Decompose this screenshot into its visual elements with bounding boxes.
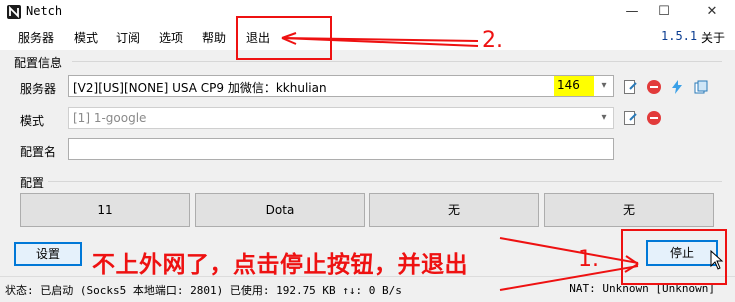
group-divider xyxy=(48,181,722,182)
menu-subscription[interactable]: 订阅 xyxy=(116,29,140,46)
mode-select[interactable]: [1] 1-google ▾ xyxy=(68,107,614,129)
menu-servers[interactable]: 服务器 xyxy=(18,29,54,46)
annotation-step-1: 1. xyxy=(578,247,599,272)
server-select[interactable]: [V2][US][NONE] USA CP9 加微信：kkhulian ▾ xyxy=(68,75,614,97)
app-icon xyxy=(6,4,22,20)
edit-mode-icon[interactable] xyxy=(622,110,638,126)
chevron-down-icon: ▾ xyxy=(601,112,607,123)
profile-name-input[interactable] xyxy=(68,138,614,160)
chevron-down-icon: ▾ xyxy=(601,80,607,91)
menu-about[interactable]: 关于 xyxy=(701,29,725,46)
menu-options[interactable]: 选项 xyxy=(159,29,183,46)
window-title: Netch xyxy=(26,4,63,18)
delete-server-icon[interactable] xyxy=(646,79,662,95)
server-label: 服务器 xyxy=(20,82,57,96)
edit-server-icon[interactable] xyxy=(622,79,638,95)
menu-mode[interactable]: 模式 xyxy=(74,29,98,46)
settings-button[interactable]: 设置 xyxy=(14,242,82,266)
close-button[interactable]: ✕ xyxy=(692,0,732,24)
group-divider xyxy=(72,61,722,62)
netch-window: Netch — ☐ ✕ 服务器 模式 订阅 选项 帮助 退出 1.5.1 关于 … xyxy=(0,0,735,302)
title-bar[interactable]: Netch — ☐ ✕ xyxy=(0,0,735,24)
server-select-value: [V2][US][NONE] USA CP9 加微信：kkhulian xyxy=(73,81,327,95)
speed-test-icon[interactable] xyxy=(669,79,685,95)
profile-button-3[interactable]: 无 xyxy=(369,193,539,227)
server-delay-badge: 146 xyxy=(554,76,594,96)
annotation-box-exit xyxy=(236,16,332,60)
profiles-section-label: 配置 xyxy=(20,176,45,190)
menu-help[interactable]: 帮助 xyxy=(202,29,226,46)
profile-button-1[interactable]: 11 xyxy=(20,193,190,227)
mode-select-value: [1] 1-google xyxy=(73,111,147,125)
profile-name-label: 配置名 xyxy=(20,145,57,159)
delete-mode-icon[interactable] xyxy=(646,110,662,126)
annotation-box-stop xyxy=(621,229,727,285)
mode-label: 模式 xyxy=(20,114,45,128)
annotation-arrow-1 xyxy=(499,237,639,264)
annotation-step-2: 2. xyxy=(482,28,503,53)
config-info-section-label: 配置信息 xyxy=(14,56,63,70)
profile-button-2[interactable]: Dota xyxy=(195,193,365,227)
maximize-button[interactable]: ☐ xyxy=(644,0,684,24)
annotation-instruction: 不上外网了，点击停止按钮，并退出 xyxy=(92,252,468,278)
copy-link-icon[interactable] xyxy=(693,79,709,95)
profile-button-4[interactable]: 无 xyxy=(544,193,714,227)
menu-bar: 服务器 模式 订阅 选项 帮助 退出 1.5.1 关于 xyxy=(0,24,735,50)
version-label: 1.5.1 xyxy=(661,29,698,43)
status-text: 状态: 已启动 (Socks5 本地端口: 2801) 已使用: 192.75 … xyxy=(5,284,402,297)
